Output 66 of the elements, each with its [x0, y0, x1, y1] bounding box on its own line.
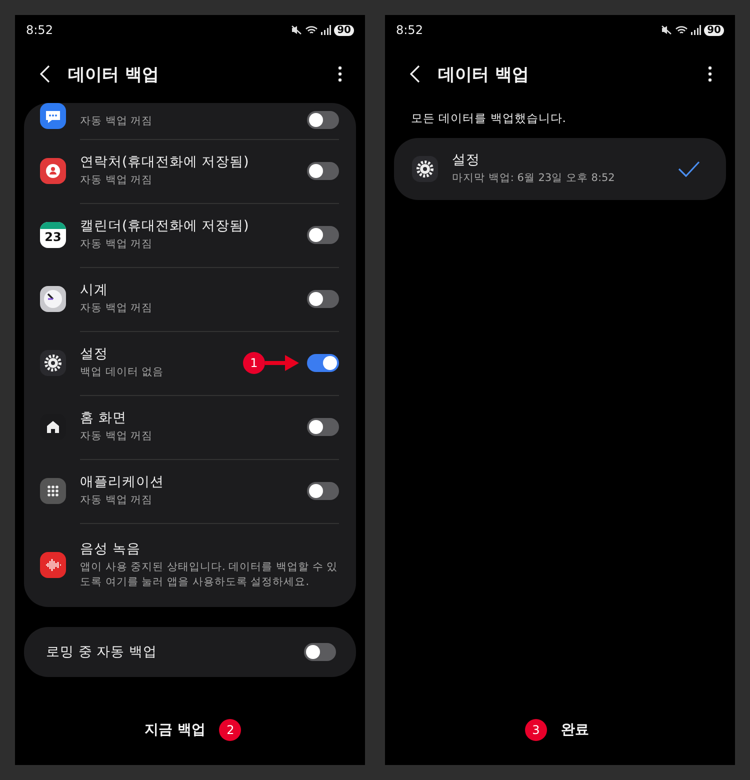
mute-icon	[661, 25, 672, 35]
toggle-switch[interactable]	[307, 482, 339, 500]
arrow-icon	[265, 355, 299, 371]
backup-item[interactable]: 홈 화면 자동 백업 꺼짐	[24, 395, 356, 459]
last-backup-time: 마지막 백업: 6월 23일 오후 8:52	[452, 171, 616, 186]
gear-icon	[40, 350, 66, 376]
item-title: 시계	[80, 281, 109, 300]
item-status: 자동 백업 꺼짐	[80, 114, 154, 129]
item-status: 앱이 사용 중지된 상태입니다. 데이터를 백업할 수 있도록 여기를 눌러 앱을 사용하도록 설정하세요.	[80, 560, 339, 590]
toggle-switch[interactable]	[307, 226, 339, 244]
wifi-icon	[675, 25, 688, 35]
more-options-icon[interactable]	[338, 66, 342, 82]
item-status: 백업 데이터 없음	[80, 365, 165, 380]
mute-icon	[291, 25, 302, 35]
backup-item[interactable]: 시계 자동 백업 꺼짐	[24, 267, 356, 331]
status-time: 8:52	[396, 23, 423, 37]
item-status: 자동 백업 꺼짐	[80, 429, 154, 444]
person-icon	[40, 158, 66, 184]
done-button[interactable]: 완료	[555, 717, 595, 743]
backup-item[interactable]: 음성 녹음 앱이 사용 중지된 상태입니다. 데이터를 백업할 수 있도록 여기를 눌러 앱을 사용하도록 설정하세요.	[24, 523, 356, 607]
more-options-icon[interactable]	[708, 66, 712, 82]
item-status: 자동 백업 꺼짐	[80, 301, 154, 316]
item-title: 설정	[452, 151, 481, 170]
back-icon[interactable]	[40, 65, 50, 83]
toggle-switch[interactable]	[307, 418, 339, 436]
item-title: 연락처(휴대전화에 저장됨)	[80, 153, 250, 172]
signal-icon	[321, 25, 332, 35]
toggle-switch[interactable]	[307, 354, 339, 372]
backup-item[interactable]: 애플리케이션 자동 백업 꺼짐	[24, 459, 356, 523]
backup-complete-message: 모든 데이터를 백업했습니다.	[410, 110, 567, 127]
item-title: 음성 녹음	[80, 540, 142, 558]
toggle-switch[interactable]	[307, 290, 339, 308]
screen-title: 데이터 백업	[68, 64, 160, 86]
item-status: 자동 백업 꺼짐	[80, 493, 154, 508]
chat-bubble-icon	[40, 103, 66, 129]
step-badge: 2	[219, 719, 242, 741]
grid-icon	[40, 478, 66, 504]
step-badge: 1	[243, 352, 265, 374]
item-title: 홈 화면	[80, 409, 128, 428]
backup-item[interactable]: 연락처(휴대전화에 저장됨) 자동 백업 꺼짐	[24, 139, 356, 203]
waveform-icon	[40, 552, 66, 578]
item-status: 자동 백업 꺼짐	[80, 237, 154, 252]
backup-item[interactable]: 설정 백업 데이터 없음 1	[24, 331, 356, 395]
toggle-switch[interactable]	[304, 643, 336, 661]
toggle-switch[interactable]	[307, 162, 339, 180]
battery-level: 90	[334, 24, 354, 36]
calendar-icon: 23	[40, 222, 66, 248]
wifi-icon	[305, 25, 318, 35]
clock-icon	[40, 286, 66, 312]
toggle-switch[interactable]	[307, 111, 339, 129]
gear-icon	[412, 156, 438, 182]
back-icon[interactable]	[410, 65, 420, 83]
roaming-label: 로밍 중 자동 백업	[46, 643, 157, 661]
screen-title: 데이터 백업	[438, 64, 530, 86]
item-title: 설정	[80, 345, 109, 364]
item-title: 애플리케이션	[80, 473, 165, 492]
signal-icon	[691, 25, 702, 35]
status-time: 8:52	[26, 23, 53, 37]
battery-level: 90	[704, 24, 724, 36]
item-title: 캘린더(휴대전화에 저장됨)	[80, 217, 250, 236]
backup-item[interactable]: 자동 백업 꺼짐	[24, 103, 356, 139]
roaming-backup-row[interactable]: 로밍 중 자동 백업	[24, 627, 356, 677]
backup-now-button[interactable]: 지금 백업	[138, 717, 212, 743]
backup-item[interactable]: 23 캘린더(휴대전화에 저장됨) 자동 백업 꺼짐	[24, 203, 356, 267]
item-status: 자동 백업 꺼짐	[80, 173, 154, 188]
step-badge: 3	[525, 719, 547, 741]
